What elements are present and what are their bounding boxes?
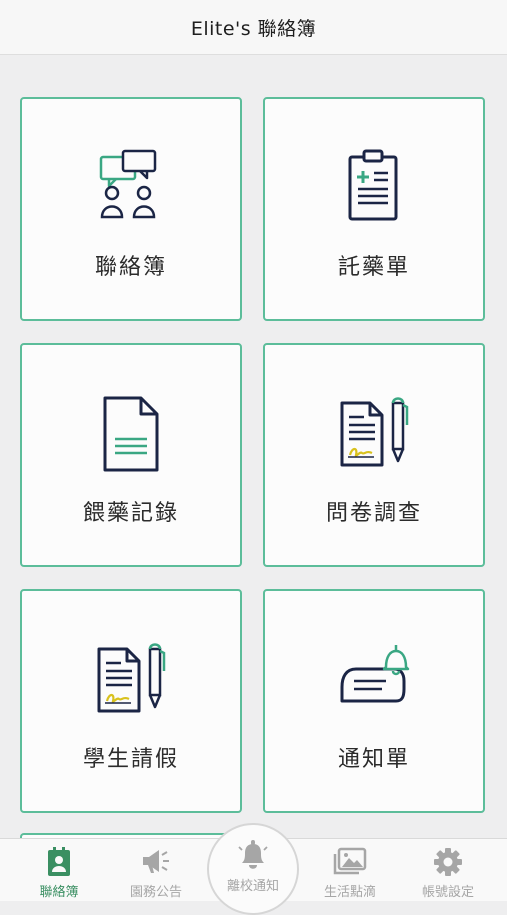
tab-announcements[interactable]: 園務公告 — [108, 839, 204, 901]
gear-icon — [434, 848, 462, 876]
menu-card-label: 學生請假 — [82, 747, 179, 772]
megaphone-icon — [143, 850, 169, 873]
tab-school-leave-notice[interactable]: 離校通知 — [207, 823, 299, 915]
menu-card-label: 餵藥記錄 — [82, 501, 179, 526]
menu-card-student-leave[interactable]: 學生請假 — [20, 589, 242, 813]
tab-label: 園務公告 — [129, 885, 182, 900]
tab-label: 生活點滴 — [323, 885, 376, 900]
menu-card-survey[interactable]: 問卷調查 — [263, 343, 485, 567]
document-pen-icon — [97, 643, 166, 713]
tab-label: 離校通知 — [226, 879, 279, 894]
menu-card-label: 問卷調查 — [325, 501, 422, 526]
tab-label: 帳號設定 — [421, 885, 474, 900]
document-icon — [103, 396, 159, 472]
menu-card-label: 通知單 — [337, 747, 410, 772]
document-pen-icon — [340, 397, 409, 467]
bell-icon — [238, 840, 268, 869]
menu-card-contact-book[interactable]: 聯絡簿 — [20, 97, 242, 321]
page-title: Elite's 聯絡簿 — [190, 17, 317, 40]
tab-account-settings[interactable]: 帳號設定 — [400, 839, 496, 901]
tab-daily-life[interactable]: 生活點滴 — [302, 839, 398, 901]
notice-bell-icon — [340, 645, 410, 703]
contact-book-icon — [48, 847, 70, 876]
menu-card-label: 聯絡簿 — [94, 255, 167, 280]
menu-card-medication-form[interactable]: 託藥單 — [263, 97, 485, 321]
photos-icon — [333, 847, 367, 875]
tab-contact-book[interactable]: 聯絡簿 — [11, 839, 107, 901]
chat-users-icon — [99, 149, 157, 219]
menu-card-medication-log[interactable]: 餵藥記錄 — [20, 343, 242, 567]
app-header: Elite's 聯絡簿 — [0, 0, 507, 55]
tab-label: 聯絡簿 — [39, 885, 79, 900]
menu-card-notice[interactable]: 通知單 — [263, 589, 485, 813]
clipboard-medical-icon — [348, 149, 398, 221]
menu-card-label: 託藥單 — [337, 255, 410, 280]
